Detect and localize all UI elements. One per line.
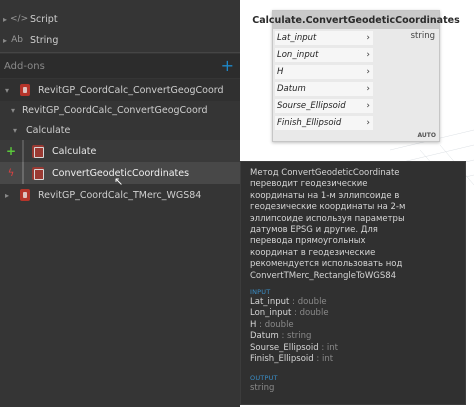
port-label: Finish_Ellipsoid <box>277 118 342 128</box>
tooltip-param: Datum : string <box>250 331 455 342</box>
node-title[interactable]: Calculate.ConvertGeodeticCoordinates <box>252 11 460 29</box>
tree-node-calculate[interactable]: + Calculate <box>0 140 240 162</box>
addons-label: Add-ons <box>4 60 45 72</box>
type-separator: : <box>313 354 322 365</box>
port-chevron-icon: › <box>366 118 370 128</box>
param-name: Finish_Ellipsoid <box>250 354 314 365</box>
type-separator: : <box>278 331 288 342</box>
library-item-label: String <box>30 34 59 46</box>
expand-arrow-icon[interactable]: ▸ <box>0 15 10 24</box>
tooltip-param: Sourse_Ellipsoid : int <box>250 343 455 354</box>
library-item-script[interactable]: ▸ </> Script <box>0 8 240 30</box>
input-port-sourse-ellipsoid[interactable]: Sourse_Ellipsoid › <box>275 99 373 113</box>
input-port-lat[interactable]: Lat_input › <box>275 31 373 45</box>
input-port-datum[interactable]: Datum › <box>275 82 373 96</box>
param-type: double <box>297 297 327 308</box>
node-icon <box>32 144 44 158</box>
param-type: int <box>326 342 338 353</box>
add-package-button[interactable]: + <box>221 58 234 74</box>
param-name: Sourse_Ellipsoid <box>250 342 319 353</box>
library-panel: ▸ </> Script ▸ Ab String Add-ons + ▾ Rev… <box>0 0 240 407</box>
node-tooltip: Метод ConvertGeodeticCoordinate переводи… <box>240 161 466 405</box>
input-port-finish-ellipsoid[interactable]: Finish_Ellipsoid › <box>275 116 373 130</box>
dynamo-node[interactable]: Calculate.ConvertGeodeticCoordinates Lat… <box>252 10 460 142</box>
port-chevron-icon: › <box>366 50 370 60</box>
revit-package-icon <box>20 189 30 201</box>
port-chevron-icon: › <box>366 67 370 77</box>
tree-item-package[interactable]: ▾ RevitGP_CoordCalc_ConvertGeogCoord <box>0 79 240 101</box>
port-label: Sourse_Ellipsoid <box>277 101 346 111</box>
tree-item-category[interactable]: ▾ Calculate <box>0 119 240 141</box>
tooltip-input-header: INPUT <box>250 288 271 297</box>
tree-item-label: Calculate <box>26 124 71 136</box>
param-type: string <box>287 331 312 342</box>
script-icon: </> <box>10 14 29 24</box>
param-type: double <box>299 308 329 319</box>
tree-item-label: RevitGP_CoordCalc_ConvertGeogCoord <box>22 104 208 116</box>
revit-package-icon <box>20 84 30 96</box>
expand-arrow-icon[interactable]: ▸ <box>0 36 10 45</box>
port-label: Lon_input <box>277 50 319 60</box>
param-type: int <box>321 354 334 365</box>
indent-bar <box>22 140 24 162</box>
type-separator: : <box>256 319 265 330</box>
divider <box>0 52 240 53</box>
tree-node-label: Calculate <box>52 145 97 157</box>
string-icon: Ab <box>11 35 23 45</box>
output-port[interactable]: string <box>411 31 435 41</box>
port-label: Lat_input <box>277 33 317 43</box>
port-label: H <box>277 67 284 77</box>
mouse-cursor-icon: ↖ <box>114 175 124 188</box>
port-chevron-icon: › <box>366 84 370 94</box>
port-chevron-icon: › <box>366 33 370 43</box>
lacing-label[interactable]: AUTO <box>417 132 436 139</box>
library-item-label: Script <box>30 13 58 25</box>
collapse-arrow-icon[interactable]: ▾ <box>2 86 12 95</box>
param-name: Lon_input <box>250 308 292 319</box>
tooltip-description: Метод ConvertGeodeticCoordinate переводи… <box>250 168 406 281</box>
port-chevron-icon: › <box>366 101 370 111</box>
port-label: Datum <box>277 84 306 94</box>
param-name: Lat_input <box>250 297 290 308</box>
tooltip-param: Lat_input : double <box>250 297 455 308</box>
node-icon <box>32 166 44 180</box>
type-separator: : <box>289 297 298 308</box>
param-type: double <box>264 319 294 330</box>
collapse-arrow-icon[interactable]: ▾ <box>8 106 18 115</box>
param-name: Datum <box>250 331 279 342</box>
tooltip-output-header: OUTPUT <box>250 373 278 382</box>
tooltip-output-type: string <box>250 382 275 393</box>
input-port-lon[interactable]: Lon_input › <box>275 48 373 62</box>
collapse-arrow-icon[interactable]: ▾ <box>10 126 20 135</box>
type-separator: : <box>318 342 327 353</box>
tooltip-param: H : double <box>250 320 455 331</box>
tree-item-label: RevitGP_CoordCalc_TMerc_WGS84 <box>38 189 202 201</box>
indent-bar <box>22 162 24 184</box>
tooltip-param: Lon_input : double <box>250 308 455 319</box>
expand-arrow-icon[interactable]: ▸ <box>2 191 12 200</box>
tree-item-subpackage[interactable]: ▾ RevitGP_CoordCalc_ConvertGeogCoord <box>0 99 240 121</box>
type-separator: : <box>291 308 300 319</box>
tooltip-param: Finish_Ellipsoid : int <box>250 354 455 365</box>
lightning-icon: ϟ <box>7 167 15 179</box>
create-plus-icon: + <box>5 144 17 158</box>
addons-header: Add-ons + <box>0 54 240 78</box>
tree-item-label: RevitGP_CoordCalc_ConvertGeogCoord <box>38 84 224 96</box>
input-port-h[interactable]: H › <box>275 65 373 79</box>
library-item-string[interactable]: ▸ Ab String <box>0 29 240 51</box>
